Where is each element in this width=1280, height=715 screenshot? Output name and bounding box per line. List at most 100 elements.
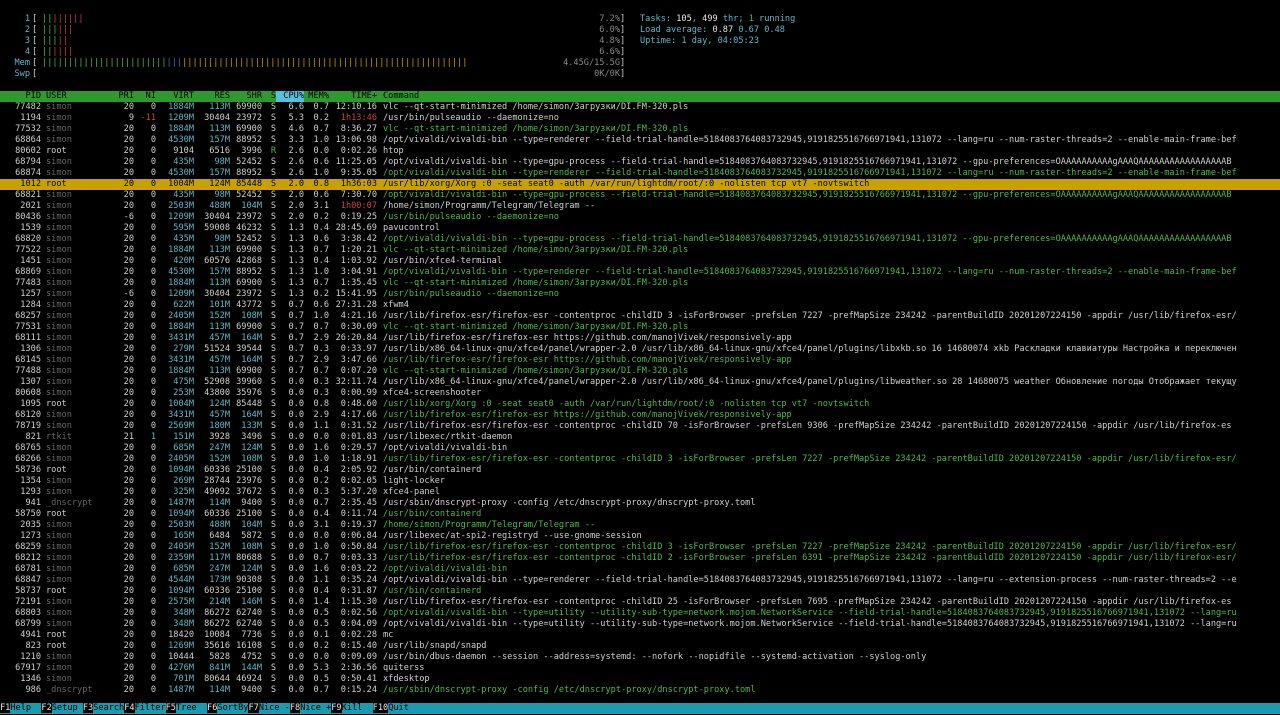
process-row[interactable]: 68212 simon 20 0 2359M 117M 80688 S 0.0 0.7 0:03.3… (0, 553, 1280, 564)
process-row[interactable]: 68869 simon 20 0 4530M 157M 88952 S 1.3 1.0 3:04.9… (0, 267, 1280, 278)
process-row[interactable]: 77531 simon 20 0 1884M 113M 69900 S 0.7 0.7 0:30.0… (0, 322, 1280, 333)
col-cpu-sorted[interactable]: CPU% (276, 91, 304, 102)
process-row[interactable]: 1306 simon 20 0 279M 51524 39544 S 0.7 0.3 0:33.97… (0, 344, 1280, 355)
process-row[interactable]: 1451 simon 20 0 420M 60576 42868 S 1.3 0.4 1:03.92… (0, 256, 1280, 267)
res-cell: 113M (209, 322, 230, 332)
command-cell: vlc --qt-start-minimized /home/simon/Заг… (383, 245, 689, 255)
pid-cell: 58736 (15, 465, 41, 475)
process-row[interactable]: 80608 simon 20 0 253M 43800 35976 S 0.0 0.3 0:00.9… (0, 388, 1280, 399)
cpu-meter-1: 1[|||||||| 7.2%] (8, 14, 628, 25)
time-cell: 0:02.05 (340, 476, 377, 486)
state-cell: S (270, 597, 276, 607)
process-row[interactable]: 68821 simon 20 0 435M 98M 52452 S 2.0 0.6 7:30.70 /… (0, 190, 1280, 201)
process-row[interactable]: 823 root 20 0 1269M 35616 16108 S 0.0 0.2 0:15.40 /… (0, 641, 1280, 652)
process-row[interactable]: 4941 root 20 0 18420 10084 7736 S 0.0 0.1 0:02.28 m… (0, 630, 1280, 641)
process-row[interactable]: 68266 simon 20 0 2405M 152M 108M S 0.0 1.0 1:18.91… (0, 454, 1280, 465)
process-row[interactable]: 68864 simon 20 0 4530M 157M 88952 S 3.3 1.0 13:06.… (0, 135, 1280, 146)
process-row[interactable]: 68145 simon 20 0 3431M 457M 164M S 0.7 2.9 3:47.66… (0, 355, 1280, 366)
process-row[interactable]: 68874 simon 20 0 4530M 157M 88952 S 2.6 1.0 9:35.0… (0, 168, 1280, 179)
fkey-f8[interactable]: F8Nice + (289, 703, 332, 714)
state-cell: S (270, 487, 276, 497)
process-row[interactable]: 1284 simon 20 0 622M 101M 43772 S 0.7 0.6 27:31.28… (0, 300, 1280, 311)
fkey-f7[interactable]: F7Nice - (248, 703, 290, 714)
process-row[interactable]: 68781 simon 20 0 685M 247M 124M S 0.0 1.6 0:03.22 /… (0, 564, 1280, 575)
process-row[interactable]: 68257 simon 20 0 2405M 152M 108M S 0.7 1.0 4:21.16… (0, 311, 1280, 322)
mem-cell: 0.7 (313, 278, 329, 288)
process-row[interactable]: 1194 simon 9 -11 1209M 30404 23972 S 5.3 0.2 1h13:… (0, 113, 1280, 124)
process-row[interactable]: 72191 simon 20 0 2575M 214M 146M S 0.0 1.4 1:15.30… (0, 597, 1280, 608)
col-res[interactable]: RES (194, 91, 230, 102)
virt-cell: 1004M (168, 399, 194, 409)
process-row[interactable]: 67917 simon 20 0 4276M 841M 144M S 0.0 5.3 2:36.56… (0, 663, 1280, 674)
col-mem[interactable]: MEM% (304, 91, 329, 102)
fkey-f3[interactable]: F3Search (82, 703, 125, 714)
col-state[interactable]: S (262, 91, 276, 102)
process-row[interactable]: 68799 simon 20 0 348M 86272 62740 S 0.0 0.5 0:04.0… (0, 619, 1280, 630)
time-cell: 0:06.84 (340, 531, 377, 541)
process-row[interactable]: 77483 simon 20 0 1884M 113M 69900 S 1.3 0.7 1:35.4… (0, 278, 1280, 289)
process-row[interactable]: 1273 simon 20 0 165M 6484 5872 S 0.0 0.0 0:06.84/u… (0, 531, 1280, 542)
process-row[interactable]: 821 rtkit 21 1 151M 3928 3496 S 0.0 0.0 0:01.83/us… (0, 432, 1280, 443)
process-row[interactable]: 1354 simon 20 0 269M 28744 23976 S 0.0 0.2 0:02.05… (0, 476, 1280, 487)
fkey-f2[interactable]: F2Setup (41, 703, 83, 714)
process-row[interactable]: 1095 root 20 0 1004M 124M 85448 S 0.0 0.8 0:48.60 /… (0, 399, 1280, 410)
process-row[interactable]: 1539 simon 20 0 595M 59008 46232 S 1.3 0.4 28:45.6… (0, 223, 1280, 234)
user-cell: simon (46, 355, 72, 365)
process-row[interactable]: 68120 simon 20 0 3431M 457M 164M S 0.0 2.9 4:17.66… (0, 410, 1280, 421)
col-time[interactable]: TIME+ (329, 91, 377, 102)
mem-cell: 1.1 (313, 421, 329, 431)
fkey-f9[interactable]: F9Kill (331, 703, 373, 714)
process-row[interactable]: 80602 root 20 0 9104 6516 3996 R 2.6 0.0 0:02.26 ht… (0, 146, 1280, 157)
process-row[interactable]: 68847 simon 20 0 4544M 173M 90308 S 0.0 1.1 0:35.2… (0, 575, 1280, 586)
pid-cell: 68794 (15, 157, 41, 167)
process-row[interactable]: 68820 simon 20 0 435M 98M 52452 S 1.3 0.6 3:38.42 /… (0, 234, 1280, 245)
process-row[interactable]: 1307 simon 20 0 475M 52908 39960 S 0.0 0.3 32:11.7… (0, 377, 1280, 388)
process-row[interactable]: 68259 simon 20 0 2405M 152M 108M S 0.0 1.0 0:50.84… (0, 542, 1280, 553)
process-row[interactable]: 2035 simon 20 0 2503M 488M 104M S 0.0 3.1 0:19.37 /… (0, 520, 1280, 531)
process-row[interactable]: 1210 simon 20 0 10444 5828 4752 S 0.0 0.0 0:09.09 /… (0, 652, 1280, 663)
process-row[interactable]: 58750 root 20 0 1094M 60336 25100 S 0.0 0.4 0:11.7… (0, 509, 1280, 520)
fkey-f10[interactable]: F10Quit (372, 703, 409, 714)
process-row[interactable]: 941 _dnscrypt 20 0 1487M 114M 9400 S 0.0 0.7 2:35.… (0, 498, 1280, 509)
process-row[interactable]: 68111 simon 20 0 3431M 457M 164M S 0.7 2.9 26:20.8… (0, 333, 1280, 344)
col-command[interactable]: Command (377, 91, 419, 101)
shr-cell: 3496 (241, 432, 262, 442)
pri-cell: 20 (123, 553, 134, 563)
fkey-f5[interactable]: F5Tree (165, 703, 208, 714)
col-pri[interactable]: PRI (106, 91, 134, 102)
col-user[interactable]: USER (41, 91, 106, 102)
process-row[interactable]: 68765 simon 20 0 685M 247M 124M S 0.0 1.6 0:29.57 /… (0, 443, 1280, 454)
col-ni[interactable]: NI (134, 91, 156, 102)
virt-cell: 1884M (168, 278, 194, 288)
ni-cell: 0 (150, 102, 156, 112)
process-row[interactable]: 1293 simon 20 0 325M 49092 37672 S 0.0 0.3 5:37.20… (0, 487, 1280, 498)
col-shr[interactable]: SHR (230, 91, 262, 102)
mem-cell: 0.2 (313, 289, 329, 299)
cpu-cell: 0.0 (288, 399, 304, 409)
process-row[interactable]: 78719 simon 20 0 2569M 180M 133M S 0.0 1.1 0:31.52… (0, 421, 1280, 432)
process-row[interactable]: 986 _dnscrypt 20 0 1487M 114M 9400 S 0.0 0.7 0:15.… (0, 685, 1280, 696)
fkey-f6[interactable]: F6SortBy (207, 703, 249, 714)
process-row[interactable]: 68803 simon 20 0 348M 86272 62740 S 0.0 0.5 0:02.5… (0, 608, 1280, 619)
col-pid[interactable]: PID (0, 91, 41, 102)
cpu-cell: 0.7 (288, 322, 304, 332)
process-row[interactable]: 58736 root 20 0 1094M 60336 25100 S 0.0 0.4 2:05.9… (0, 465, 1280, 476)
shr-cell: 37672 (236, 487, 262, 497)
process-row[interactable]: 1012 root 20 0 1004M 124M 85448 S 2.0 0.8 1h36:03 /… (0, 179, 1280, 190)
process-row[interactable]: 68794 simon 20 0 435M 98M 52452 S 2.6 0.6 11:25.05… (0, 157, 1280, 168)
process-row[interactable]: 77488 simon 20 0 1884M 113M 69900 S 0.7 0.7 0:07.2… (0, 366, 1280, 377)
process-row[interactable]: 58737 root 20 0 1094M 60336 25100 S 0.0 0.4 0:31.8… (0, 586, 1280, 597)
pid-cell: 68781 (15, 564, 41, 574)
cpu-meter-value: 6.0% (599, 25, 620, 35)
process-row[interactable]: 2021 simon 20 0 2503M 488M 104M S 2.0 3.1 1h00:07 /… (0, 201, 1280, 212)
process-row[interactable]: 77522 simon 20 0 1884M 113M 69900 S 1.3 0.7 1:20.2… (0, 245, 1280, 256)
process-row[interactable]: 80436 simon -6 0 1209M 30404 23972 S 2.0 0.2 0:19.… (0, 212, 1280, 223)
process-row[interactable]: 77482 simon 20 0 1884M 113M 69900 S 6.6 0.7 12:10.… (0, 102, 1280, 113)
col-virt[interactable]: VIRT (156, 91, 194, 102)
fkey-f1[interactable]: F1Help (0, 703, 42, 714)
process-row[interactable]: 1257 simon -6 0 1209M 30404 23972 S 1.3 0.2 15:41.… (0, 289, 1280, 300)
process-row[interactable]: 77532 simon 20 0 1884M 113M 69900 S 4.6 0.7 8:36.2… (0, 124, 1280, 135)
fkey-f4[interactable]: F4Filter (124, 703, 166, 714)
meter-left-bracket: [ (32, 25, 38, 35)
process-row[interactable]: 1346 simon 20 0 701M 80644 46924 S 0.0 0.5 0:50.41… (0, 674, 1280, 685)
